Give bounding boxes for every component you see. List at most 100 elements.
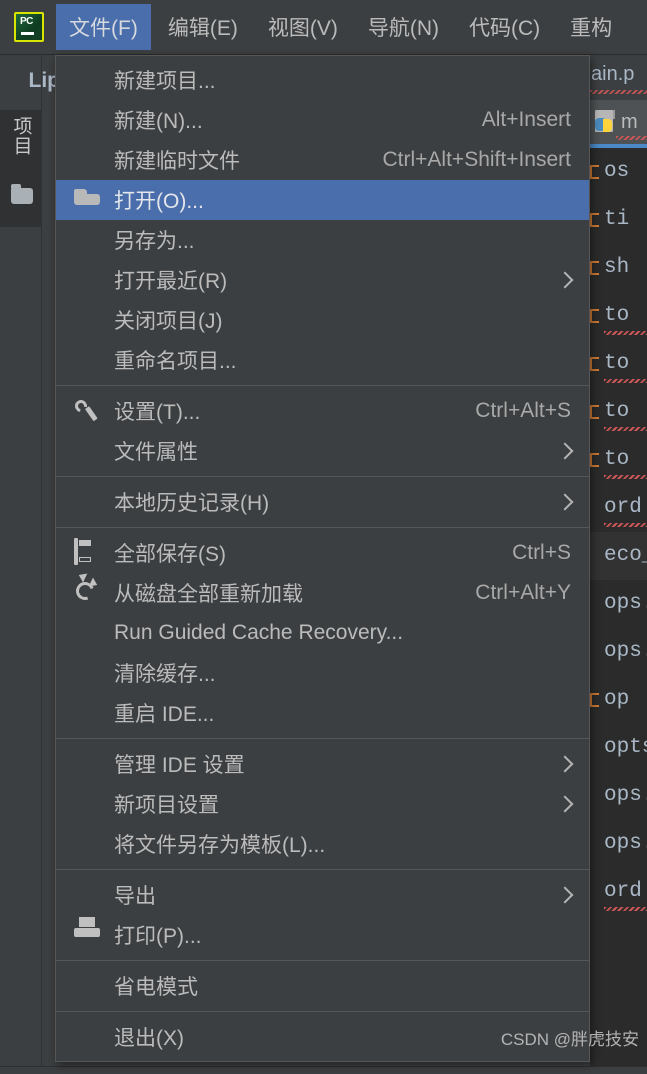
menubar-item-5[interactable]: 重构 — [557, 4, 625, 50]
menu-item-0-1[interactable]: 新建(N)... Alt+Insert — [56, 100, 589, 140]
chevron-right-icon — [556, 493, 574, 511]
pycharm-logo-icon: PC — [14, 12, 44, 42]
editor-breadcrumb: ain.p — [590, 55, 647, 100]
no-icon — [74, 227, 100, 253]
menu-item-label: 将文件另存为模板(L)... — [114, 834, 326, 857]
no-icon — [74, 751, 100, 777]
code-fold-bracket-icon[interactable] — [590, 693, 599, 707]
code-fold-bracket-icon[interactable] — [590, 213, 599, 227]
menu-item-4-0[interactable]: 管理 IDE 设置 — [56, 744, 589, 784]
code-line-text: eco_ — [604, 544, 647, 567]
menu-item-2-0[interactable]: 本地历史记录(H) — [56, 482, 589, 522]
menu-separator — [56, 476, 589, 477]
code-editor-content[interactable]: os ti sh to to to to ord eco_ ops. ops. op opts ops. o… — [590, 148, 647, 1074]
menu-item-0-6[interactable]: 关闭项目(J) — [56, 300, 589, 340]
error-squiggle — [604, 907, 647, 911]
menu-item-label: 新项目设置 — [114, 794, 219, 817]
no-icon — [74, 438, 100, 464]
menu-item-0-2[interactable]: 新建临时文件 Ctrl+Alt+Shift+Insert — [56, 140, 589, 180]
menubar-item-label: 导航(N) — [367, 17, 439, 40]
menubar-item-label: 代码(C) — [468, 17, 541, 40]
no-icon — [74, 620, 100, 646]
menubar-item-3[interactable]: 导航(N) — [355, 4, 452, 50]
menu-item-shortcut: Ctrl+S — [512, 541, 571, 564]
code-line-text: to — [604, 304, 630, 327]
code-fold-bracket-icon[interactable] — [590, 165, 599, 179]
code-fold-bracket-icon[interactable] — [590, 309, 599, 323]
no-icon — [74, 267, 100, 293]
code-fold-bracket-icon[interactable] — [590, 453, 599, 467]
menu-item-4-2[interactable]: 将文件另存为模板(L)... — [56, 824, 589, 864]
code-fold-bracket-icon[interactable] — [590, 261, 599, 275]
menu-item-label: 省电模式 — [114, 976, 198, 999]
menu-item-3-2[interactable]: Run Guided Cache Recovery... — [56, 613, 589, 653]
print-icon — [74, 917, 100, 948]
menu-separator — [56, 869, 589, 870]
menu-item-3-0[interactable]: 全部保存(S) Ctrl+S — [56, 533, 589, 573]
no-icon — [74, 660, 100, 686]
menu-item-shortcut: Ctrl+Alt+S — [475, 399, 571, 422]
folder-icon[interactable] — [11, 184, 33, 204]
no-icon — [74, 882, 100, 908]
menu-item-label: 重启 IDE... — [114, 703, 215, 726]
menu-separator — [56, 1011, 589, 1012]
no-icon — [74, 1024, 100, 1050]
code-line-text: op — [604, 688, 630, 711]
menubar-item-1[interactable]: 编辑(E) — [155, 4, 251, 50]
code-line: ops. — [590, 628, 647, 676]
no-icon — [74, 147, 100, 173]
chevron-right-icon — [556, 886, 574, 904]
spellcheck-squiggle — [590, 90, 647, 94]
file-menu-dropdown[interactable]: 新建项目... 新建(N)... Alt+Insert 新建临时文件 Ctrl+Alt+… — [55, 55, 590, 1062]
project-panel-title: Lip — [28, 69, 61, 92]
code-line: ord — [590, 868, 647, 916]
code-line: op — [590, 676, 647, 724]
no-icon — [74, 307, 100, 333]
menu-item-3-1[interactable]: 从磁盘全部重新加载 Ctrl+Alt+Y — [56, 570, 589, 613]
sidebar-item-project-label: 项目 — [10, 116, 32, 156]
menu-item-0-5[interactable]: 打开最近(R) — [56, 260, 589, 300]
menu-item-0-7[interactable]: 重命名项目... — [56, 340, 589, 380]
menu-item-0-0[interactable]: 新建项目... — [56, 60, 589, 100]
code-line-text: to — [604, 448, 630, 471]
menu-item-1-1[interactable]: 文件属性 — [56, 431, 589, 471]
menu-item-label: 设置(T)... — [114, 401, 201, 424]
menu-item-3-3[interactable]: 清除缓存... — [56, 653, 589, 693]
code-line: to — [590, 340, 647, 388]
menu-item-5-0[interactable]: 导出 — [56, 875, 589, 915]
menu-item-6-0[interactable]: 省电模式 — [56, 966, 589, 1006]
menu-item-label: 重命名项目... — [114, 350, 237, 373]
menu-item-0-4[interactable]: 另存为... — [56, 220, 589, 260]
menu-item-label: 另存为... — [114, 230, 195, 253]
code-line: to — [590, 436, 647, 484]
menu-item-label: 关闭项目(J) — [114, 310, 223, 333]
menu-item-0-3[interactable]: 打开(O)... — [56, 180, 589, 220]
menu-item-1-0[interactable]: 设置(T)... Ctrl+Alt+S — [56, 391, 589, 431]
editor-file-tab[interactable]: m — [590, 100, 647, 144]
menu-item-5-1[interactable]: 打印(P)... — [56, 915, 589, 955]
pycharm-logo-text: PC — [20, 16, 33, 27]
status-bar — [0, 1066, 647, 1074]
code-line: sh — [590, 244, 647, 292]
menubar-item-4[interactable]: 代码(C) — [456, 4, 553, 50]
code-line: ops. — [590, 580, 647, 628]
code-line-text: to — [604, 352, 630, 375]
editor-file-tab-label: m — [621, 110, 638, 133]
menu-item-4-1[interactable]: 新项目设置 — [56, 784, 589, 824]
code-line-text: ord — [604, 880, 642, 903]
menubar-item-0[interactable]: 文件(F) — [56, 4, 151, 50]
menu-item-3-4[interactable]: 重启 IDE... — [56, 693, 589, 733]
menubar-item-2[interactable]: 视图(V) — [255, 4, 351, 50]
code-fold-bracket-icon[interactable] — [590, 405, 599, 419]
menu-item-shortcut: Alt+Insert — [481, 108, 571, 131]
code-line: os — [590, 148, 647, 196]
code-fold-bracket-icon[interactable] — [590, 357, 599, 371]
no-icon — [74, 973, 100, 999]
menubar-item-label: 编辑(E) — [167, 17, 238, 40]
sidebar-item-project[interactable]: 项目 — [0, 110, 42, 227]
code-line-text: to — [604, 400, 630, 423]
menu-separator — [56, 738, 589, 739]
chevron-right-icon — [556, 755, 574, 773]
code-line: ops. — [590, 820, 647, 868]
menu-item-label: 文件属性 — [114, 441, 198, 464]
